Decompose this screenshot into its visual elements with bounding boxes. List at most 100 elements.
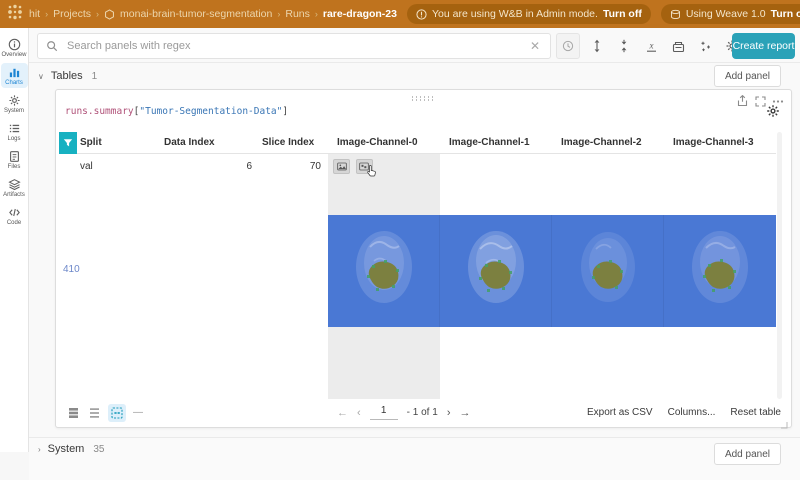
section-title[interactable]: System: [48, 443, 85, 455]
shrink-rows-icon[interactable]: —: [133, 407, 143, 418]
column-header-slice-index[interactable]: Slice Index: [259, 137, 328, 148]
sidebar-label: Files: [7, 164, 21, 170]
table-footer: — ← ‹ 1 - 1 of 1 › → Export as CSV Colum…: [59, 400, 781, 425]
sidebar-label: Overview: [1, 52, 27, 58]
sidebar-item-system[interactable]: System: [1, 91, 28, 116]
table-panel: runs.summary["Tumor-Segmentation-Data"] …: [55, 89, 792, 429]
add-panel-button[interactable]: Add panel: [713, 65, 781, 87]
add-panel-button[interactable]: Add panel: [713, 443, 781, 465]
section-count: 35: [93, 443, 105, 455]
sidebar-item-code[interactable]: Code: [1, 203, 28, 228]
export-panel-icon[interactable]: [737, 94, 749, 107]
gear-icon: [8, 95, 20, 106]
previous-page-icon[interactable]: ‹: [357, 407, 361, 419]
panel-layout-icon[interactable]: [671, 39, 685, 53]
column-header-split[interactable]: Split: [77, 137, 161, 148]
layers-icon: [7, 179, 21, 191]
sidebar-item-artifacts[interactable]: Artifacts: [1, 175, 28, 200]
panel-resize-handle[interactable]: [780, 416, 788, 429]
mask-toggle-button[interactable]: [355, 158, 376, 176]
clear-search-icon[interactable]: ✕: [528, 39, 542, 53]
cell-split: val: [80, 160, 93, 172]
section-count: 1: [91, 70, 98, 82]
expand-panels-icon[interactable]: [590, 39, 604, 53]
breadcrumb-separator: ›: [96, 9, 100, 19]
history-button[interactable]: [556, 33, 580, 59]
panel-query-expression[interactable]: runs.summary["Tumor-Segmentation-Data"]: [65, 106, 288, 117]
compact-rows-icon[interactable]: [66, 406, 80, 420]
last-page-icon[interactable]: →: [459, 407, 470, 419]
breadcrumb-project[interactable]: monai-brain-tumor-segmentation: [120, 8, 272, 20]
image-preview-button[interactable]: [333, 158, 350, 174]
brain-scan-image-channel-0[interactable]: [328, 215, 440, 327]
brain-scan-image-channel-3[interactable]: [664, 215, 776, 327]
admin-turn-off-button[interactable]: Turn off: [603, 8, 642, 20]
breadcrumb-separator: ›: [45, 9, 49, 19]
next-page-icon[interactable]: ›: [447, 407, 451, 419]
weave-banner-text: Using Weave 1.0: [685, 8, 766, 20]
table-scrollbar[interactable]: [777, 132, 782, 399]
cell-data-index: 6: [246, 160, 252, 172]
section-title[interactable]: Tables: [51, 70, 83, 82]
panel-settings-gear-icon[interactable]: [766, 104, 780, 118]
info-icon: [8, 38, 20, 51]
breadcrumb-separator: ›: [277, 9, 281, 19]
weave-banner: Using Weave 1.0 Turn off: [660, 4, 800, 24]
collapse-panels-icon[interactable]: [617, 39, 631, 53]
page-number-input[interactable]: 1: [369, 405, 398, 420]
column-header-image-channel-1[interactable]: Image-Channel-1: [440, 137, 552, 148]
breadcrumb-runs[interactable]: Runs: [285, 8, 310, 20]
drag-handle-icon[interactable]: [411, 96, 436, 102]
reset-table-button[interactable]: Reset table: [730, 407, 781, 418]
sidebar-label: Charts: [5, 80, 23, 86]
grid-rows-icon[interactable]: [108, 403, 126, 422]
x-axis-settings-icon[interactable]: x: [644, 39, 658, 53]
search-input[interactable]: [65, 39, 528, 53]
sidebar-item-overview[interactable]: Overview: [1, 35, 28, 60]
brain-mri-with-tumor-mask: [580, 232, 635, 302]
file-icon: [9, 151, 19, 162]
brain-scan-image-channel-2[interactable]: [552, 215, 664, 327]
column-header-data-index[interactable]: Data Index: [161, 137, 259, 148]
column-header-image-channel-3[interactable]: Image-Channel-3: [664, 137, 776, 148]
medium-rows-icon[interactable]: [87, 406, 101, 420]
query-string: "Tumor-Segmentation-Data": [139, 106, 283, 117]
column-header-image-channel-0[interactable]: Image-Channel-0: [328, 137, 440, 148]
svg-text:x: x: [648, 40, 653, 50]
brain-scan-image-channel-1[interactable]: [440, 215, 552, 327]
magic-sparkle-icon[interactable]: [698, 39, 712, 53]
mask-icon: [359, 162, 370, 170]
brain-mri-with-tumor-mask: [692, 231, 748, 303]
cell-slice-index: 70: [309, 160, 321, 172]
project-icon: [104, 8, 115, 20]
filter-button[interactable]: [59, 131, 77, 154]
system-section-header: › System 35 Add panel: [29, 437, 800, 480]
sidebar-label: Logs: [7, 136, 21, 142]
top-navigation-bar: hit › Projects › monai-brain-tumor-segme…: [0, 0, 800, 28]
first-page-icon[interactable]: ←: [337, 407, 348, 419]
table-row[interactable]: val 6 70: [59, 154, 776, 178]
breadcrumb-projects[interactable]: Projects: [53, 8, 91, 20]
expand-section-icon[interactable]: ›: [38, 445, 41, 454]
export-csv-button[interactable]: Export as CSV: [587, 407, 653, 418]
create-report-button[interactable]: Create report: [732, 33, 795, 59]
row-index-label[interactable]: 410: [63, 264, 80, 275]
admin-mode-banner: You are using W&B in Admin mode. Turn of…: [406, 4, 651, 24]
alert-icon: [416, 8, 427, 20]
sidebar-label: Code: [6, 220, 22, 226]
columns-button[interactable]: Columns...: [668, 407, 716, 418]
wandb-logo-icon[interactable]: [7, 4, 23, 25]
collapse-section-icon[interactable]: ∨: [38, 72, 44, 81]
weave-turn-off-button[interactable]: Turn off: [771, 8, 800, 20]
breadcrumb-run-name[interactable]: rare-dragon-23: [323, 8, 397, 20]
row-density-controls: —: [66, 403, 143, 422]
weave-icon: [670, 9, 680, 19]
sidebar-item-logs[interactable]: Logs: [1, 119, 28, 144]
breadcrumb-user[interactable]: hit: [29, 8, 40, 20]
table-header-row: Split Data Index Slice Index Image-Chann…: [59, 131, 776, 154]
pagination: ← ‹ 1 - 1 of 1 › →: [337, 405, 470, 420]
log-list-icon: [9, 124, 19, 133]
sidebar-item-charts[interactable]: Charts: [0, 63, 28, 88]
column-header-image-channel-2[interactable]: Image-Channel-2: [552, 137, 664, 148]
sidebar-item-files[interactable]: Files: [1, 147, 28, 172]
